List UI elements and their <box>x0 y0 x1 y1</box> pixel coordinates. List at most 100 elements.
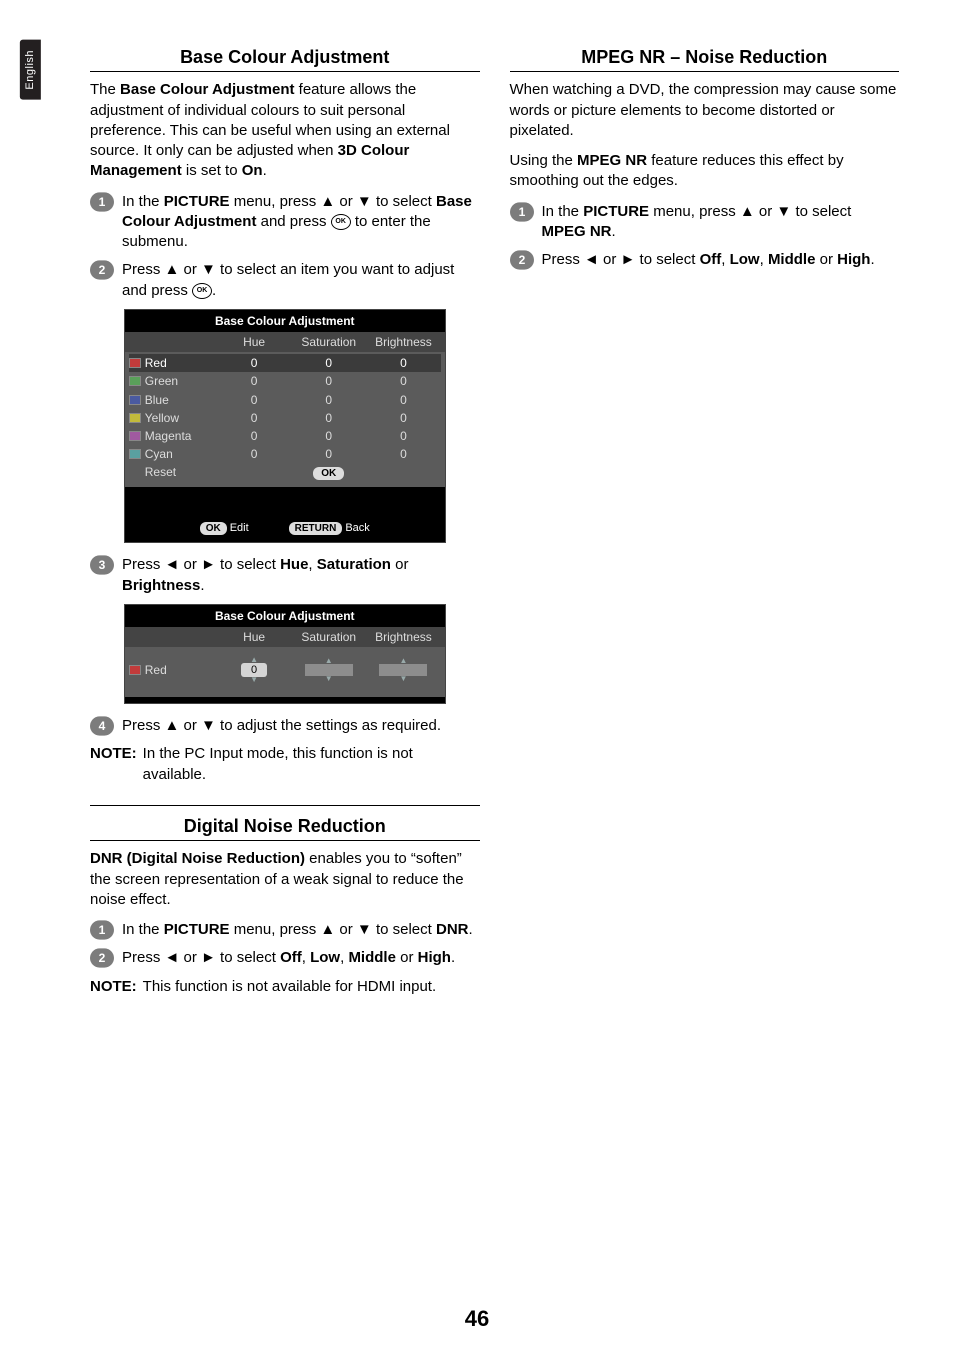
svg-text:2: 2 <box>518 253 525 267</box>
step-badge-1-icon: 1 <box>90 920 114 940</box>
text: is set to <box>182 162 242 179</box>
step: 4 Press ▲ or ▼ to adjust the settings as… <box>90 716 480 736</box>
note-text: This function is not available for HDMI … <box>143 977 480 997</box>
osd-row-reset[interactable]: Reset OK <box>129 463 441 481</box>
text: . <box>212 282 216 299</box>
text: . <box>263 162 267 179</box>
step-badge-2-icon: 2 <box>90 948 114 968</box>
cell: 0 <box>366 446 441 462</box>
section-title-mpeg: MPEG NR – Noise Reduction <box>510 45 900 69</box>
text: PICTURE <box>164 921 230 938</box>
step-text: Press ▲ or ▼ to adjust the settings as r… <box>122 716 480 736</box>
text: In the <box>122 193 164 210</box>
step: 1 In the PICTURE menu, press ▲ or ▼ to s… <box>90 920 480 940</box>
osd-footer <box>125 697 445 703</box>
text: . <box>200 577 204 594</box>
column-header: Hue <box>217 629 292 645</box>
text: Brightness <box>122 577 200 594</box>
osd-row-red[interactable]: Red 0 0 0 <box>129 354 441 372</box>
cell: 0 <box>291 446 366 462</box>
text: High <box>837 251 870 268</box>
note-label: NOTE: <box>90 744 137 785</box>
note-text: In the PC Input mode, this function is n… <box>143 744 480 785</box>
text: , <box>721 251 729 268</box>
step: 2 Press ◄ or ► to select Off, Low, Middl… <box>510 250 900 270</box>
ok-button-icon: OK <box>331 214 351 230</box>
text: menu, press ▲ or ▼ to select <box>230 193 436 210</box>
text: On <box>242 162 263 179</box>
text: PICTURE <box>583 203 649 220</box>
osd-bca-list: Base Colour Adjustment Hue Saturation Br… <box>124 309 446 544</box>
osd-header: Hue Saturation Brightness <box>125 332 445 352</box>
divider <box>90 840 480 841</box>
svg-text:2: 2 <box>99 951 106 965</box>
osd-row-yellow[interactable]: Yellow 0 0 0 <box>129 409 441 427</box>
page-number: 46 <box>0 1304 954 1334</box>
text: . <box>468 921 472 938</box>
cell: 0 <box>366 355 441 371</box>
cell: 0 <box>217 410 292 426</box>
text: , <box>760 251 768 268</box>
cell: 0 <box>366 428 441 444</box>
row-label: Magenta <box>145 428 192 444</box>
step-text: Press ◄ or ► to select Hue, Saturation o… <box>122 555 480 596</box>
cell: 0 <box>217 392 292 408</box>
osd-row-green[interactable]: Green 0 0 0 <box>129 372 441 390</box>
cell: 0 <box>217 428 292 444</box>
step-badge-2-icon: 2 <box>90 260 114 301</box>
step-text: Press ◄ or ► to select Off, Low, Middle … <box>122 948 480 968</box>
text: Saturation <box>317 556 391 573</box>
svg-text:1: 1 <box>518 205 525 219</box>
row-label: Reset <box>145 464 176 480</box>
cell: 0 <box>217 373 292 389</box>
section-title-dnr: Digital Noise Reduction <box>90 814 480 838</box>
text: menu, press ▲ or ▼ to select <box>649 203 851 220</box>
osd-title: Base Colour Adjustment <box>125 605 445 627</box>
cell: 0 <box>217 446 292 462</box>
swatch-icon <box>129 431 141 441</box>
note: NOTE: In the PC Input mode, this functio… <box>90 744 480 785</box>
step-text: In the PICTURE menu, press ▲ or ▼ to sel… <box>122 920 480 940</box>
svg-text:3: 3 <box>99 558 106 572</box>
text: DNR (Digital Noise Reduction) <box>90 850 305 867</box>
text: Press ◄ or ► to select <box>542 251 700 268</box>
row-label: Yellow <box>145 410 179 426</box>
text: MPEG NR <box>542 223 612 240</box>
cell: 0 <box>291 355 366 371</box>
right-column: MPEG NR – Noise Reduction When watching … <box>510 45 900 997</box>
column-header: Saturation <box>291 334 366 350</box>
footer-label: Edit <box>230 522 249 534</box>
row-label: Cyan <box>145 446 173 462</box>
text: Off <box>280 949 302 966</box>
mpeg-intro1: When watching a DVD, the compression may… <box>510 80 900 141</box>
cell: 0 <box>366 410 441 426</box>
swatch-icon <box>129 665 141 675</box>
divider <box>510 71 900 72</box>
column-header: Brightness <box>366 334 441 350</box>
swatch-icon <box>129 376 141 386</box>
return-pill-icon: RETURN <box>289 522 343 535</box>
text: Low <box>310 949 340 966</box>
cell: 0 <box>217 355 292 371</box>
swatch-icon <box>129 395 141 405</box>
text: Press ▲ or ▼ to select an item you want … <box>122 261 454 298</box>
text: . <box>451 949 455 966</box>
osd-row-magenta[interactable]: Magenta 0 0 0 <box>129 427 441 445</box>
footer-label: Back <box>345 522 369 534</box>
row-label: Red <box>145 355 167 371</box>
osd-spacer <box>125 487 445 517</box>
osd-row-blue[interactable]: Blue 0 0 0 <box>129 391 441 409</box>
step-badge-1-icon: 1 <box>90 192 114 253</box>
step-badge-2-icon: 2 <box>510 250 534 270</box>
mpeg-intro2: Using the MPEG NR feature reduces this e… <box>510 151 900 192</box>
arrow-down-icon: ▼ <box>399 676 407 682</box>
step-text: In the PICTURE menu, press ▲ or ▼ to sel… <box>542 202 900 243</box>
step-badge-1-icon: 1 <box>510 202 534 243</box>
text: Middle <box>768 251 816 268</box>
left-column: Base Colour Adjustment The Base Colour A… <box>90 45 480 997</box>
step: 3 Press ◄ or ► to select Hue, Saturation… <box>90 555 480 596</box>
note-label: NOTE: <box>90 977 137 997</box>
language-tab: English <box>20 40 41 100</box>
text: Base Colour Adjustment <box>120 81 294 98</box>
osd-row-cyan[interactable]: Cyan 0 0 0 <box>129 445 441 463</box>
